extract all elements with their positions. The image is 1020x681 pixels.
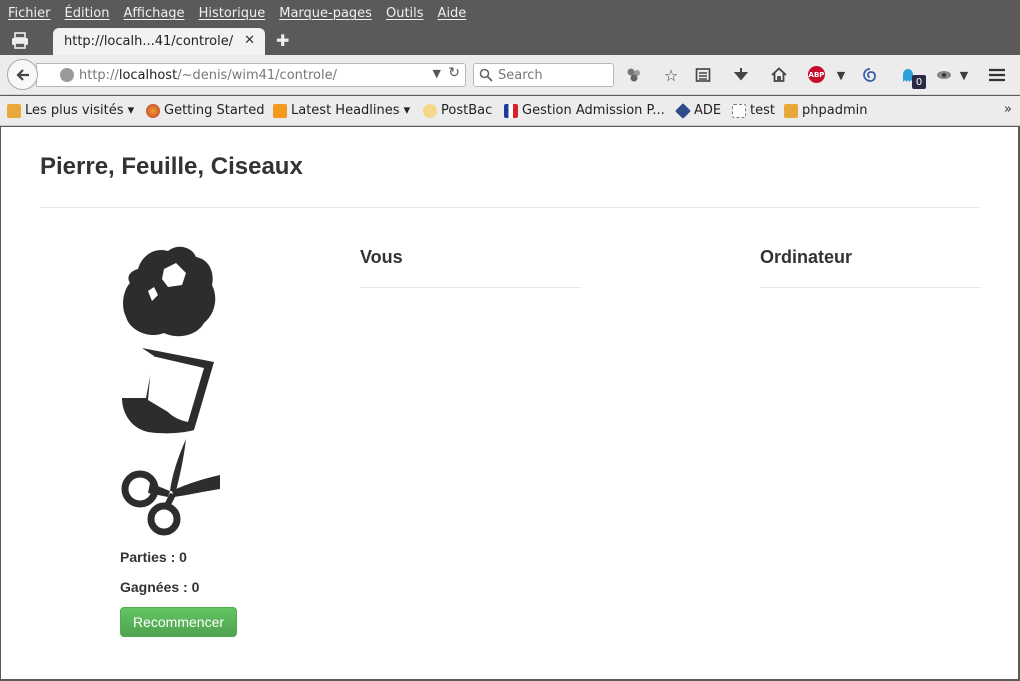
adblock-dropdown-icon[interactable]: ▼ (831, 65, 851, 85)
rock-icon (123, 246, 216, 337)
firefox-icon (146, 103, 160, 118)
bookmarks-bar: Les plus visités ▾ Getting Started Lates… (0, 96, 1020, 126)
menu-fichier[interactable]: Fichier (8, 6, 51, 21)
extension-molecule-icon[interactable] (624, 65, 644, 85)
downloads-icon[interactable] (731, 65, 751, 85)
menu-marque-pages[interactable]: Marque-pages (279, 6, 372, 21)
rock-choice-button[interactable] (120, 241, 220, 337)
url-host: localhost (118, 67, 178, 83)
ordinateur-divider (760, 287, 981, 288)
bookmark-test[interactable]: test (732, 103, 775, 118)
back-button[interactable] (7, 59, 38, 90)
bookmark-phpadmin[interactable]: phpadmin (784, 103, 867, 118)
parties-count: Parties : 0 (120, 549, 187, 565)
vous-divider (360, 287, 581, 288)
extension-swirl-icon[interactable] (860, 65, 880, 85)
vous-heading: Vous (360, 247, 403, 267)
postbac-icon (423, 103, 437, 118)
search-input[interactable]: Search (473, 63, 614, 87)
bookmark-getting-started[interactable]: Getting Started (146, 103, 265, 118)
bookmark-postbac[interactable]: PostBac (423, 103, 492, 118)
globe-icon (60, 68, 74, 82)
adblock-icon[interactable]: ABP (808, 66, 825, 83)
paper-icon (122, 348, 214, 434)
menu-aide[interactable]: Aide (438, 6, 467, 21)
new-tab-icon[interactable]: ✚ (276, 31, 289, 50)
menu-affichage[interactable]: Affichage (123, 6, 184, 21)
tab-title: http://localh...41/controle/ (64, 34, 234, 49)
menu-historique[interactable]: Historique (199, 6, 266, 21)
ghostery-count-badge: 0 (912, 75, 926, 89)
reading-list-icon[interactable] (693, 65, 713, 85)
reload-icon[interactable]: ↻ (448, 65, 460, 81)
tab-active[interactable]: http://localh...41/controle/ ✕ (53, 28, 265, 55)
bookmark-most-visited[interactable]: Les plus visités ▾ (7, 103, 134, 118)
title-divider (40, 207, 980, 208)
most-visited-icon (7, 103, 21, 118)
url-bar[interactable]: http://localhost/~denis/wim41/controle/ … (36, 63, 466, 87)
extension-eye-icon[interactable] (934, 65, 954, 85)
url-scheme: http:// (79, 67, 119, 83)
page-title: Pierre, Feuille, Ciseaux (40, 153, 303, 180)
extension-dropdown-icon[interactable]: ▼ (954, 65, 974, 85)
ordinateur-heading: Ordinateur (760, 247, 853, 267)
bookmark-latest-headlines[interactable]: Latest Headlines ▾ (273, 103, 410, 118)
search-placeholder: Search (498, 67, 543, 83)
print-icon[interactable] (10, 32, 32, 50)
tab-strip: http://localh...41/controle/ ✕ ✚ (0, 27, 1020, 55)
recommencer-button[interactable]: Recommencer (120, 607, 237, 637)
search-icon (479, 68, 493, 82)
back-arrow-icon (15, 68, 29, 81)
scissors-icon (121, 439, 220, 536)
gagnees-count: Gagnées : 0 (120, 579, 200, 595)
menu-bar: Fichier Édition Affichage Historique Mar… (0, 0, 1020, 27)
url-path: /~denis/wim41/controle/ (177, 67, 337, 83)
menu-outils[interactable]: Outils (386, 6, 424, 21)
navigation-bar: http://localhost/~denis/wim41/controle/ … (0, 55, 1020, 95)
scissors-choice-button[interactable] (120, 439, 220, 536)
menu-edition[interactable]: Édition (65, 6, 110, 21)
bookmarks-overflow-icon[interactable]: » (1004, 102, 1012, 117)
blank-page-icon (732, 103, 746, 118)
hamburger-menu-icon[interactable] (987, 65, 1007, 85)
paper-choice-button[interactable] (120, 342, 220, 438)
close-tab-icon[interactable]: ✕ (244, 33, 255, 48)
ade-icon (675, 102, 691, 119)
url-dropdown-icon[interactable]: ▼ (433, 67, 441, 80)
pma-icon (784, 103, 798, 118)
bookmark-ade[interactable]: ADE (675, 102, 721, 119)
page-content: Pierre, Feuille, Ciseaux Parties : 0 Gag… (1, 127, 1018, 679)
bookmark-star-icon[interactable]: ☆ (661, 65, 681, 85)
rss-icon (273, 103, 287, 118)
home-icon[interactable] (769, 65, 789, 85)
bookmark-gestion-admission[interactable]: Gestion Admission P... (504, 103, 665, 118)
flag-fr-icon (504, 103, 518, 118)
